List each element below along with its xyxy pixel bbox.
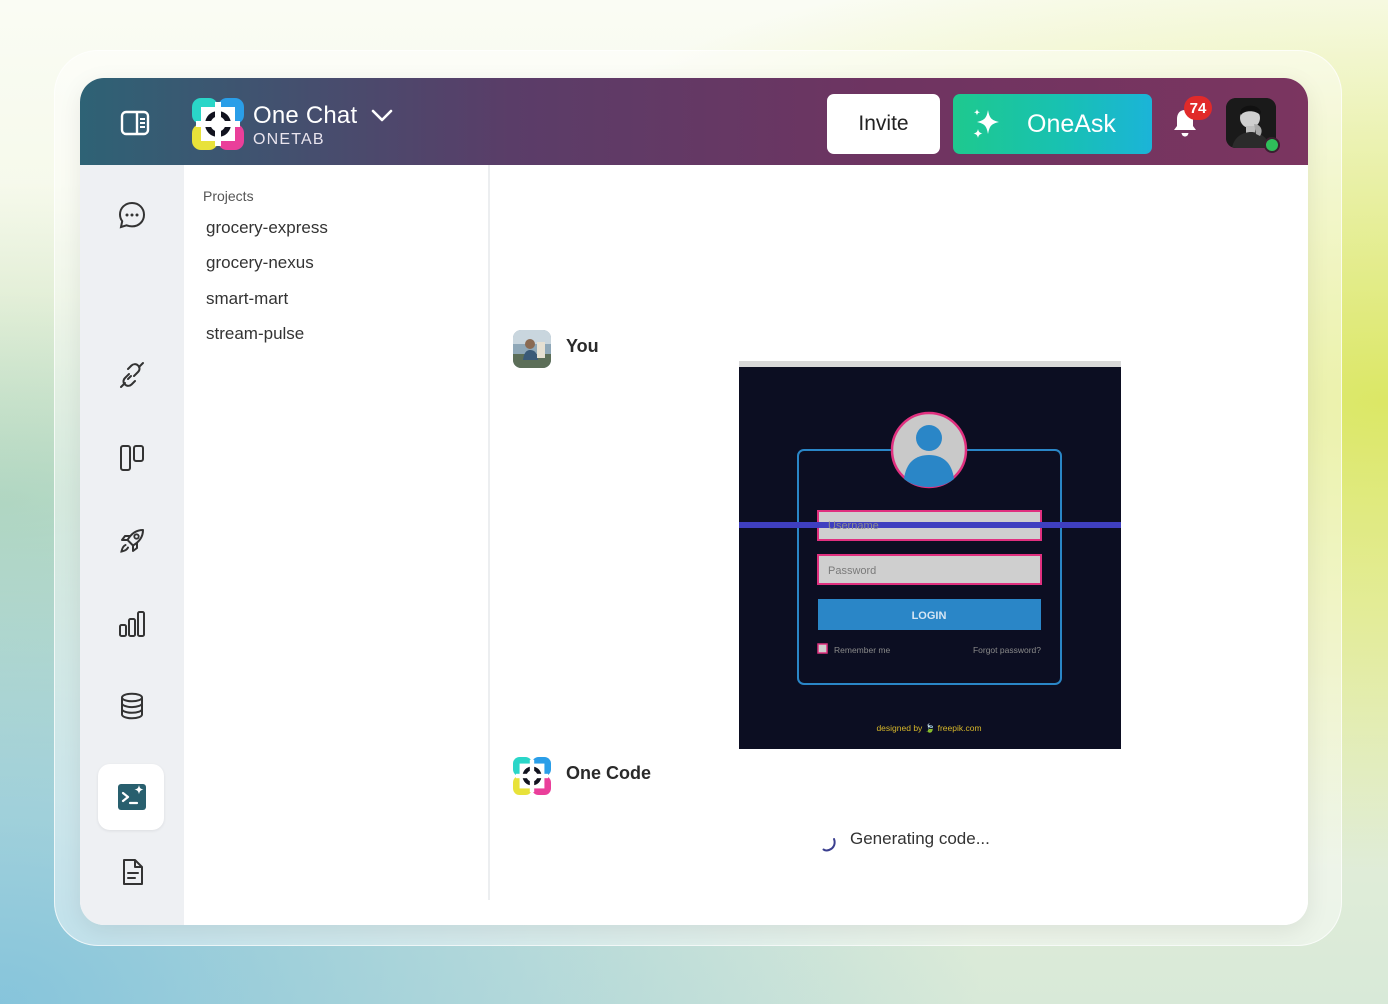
project-item[interactable]: smart-mart [206,289,288,309]
project-item[interactable]: grocery-nexus [206,253,314,273]
rail-item-database[interactable] [114,688,150,724]
bar-chart-icon [119,611,145,637]
notification-badge: 74 [1184,96,1212,120]
code-sparkle-icon [118,784,146,810]
plug-icon [120,362,144,388]
username-placeholder: Username [828,520,879,532]
rail-item-integrations[interactable] [114,357,150,393]
online-status-dot [1264,137,1280,153]
user-message-avatar [513,330,551,368]
workspace-name: ONETAB [253,131,325,148]
login-mockup-image: Username Password LOGIN Remember me Forg… [739,367,1121,743]
oneask-label: OneAsk [1027,109,1116,138]
app-title[interactable]: One Chat [253,102,357,130]
one-code-avatar-icon [513,757,551,795]
rail-item-one-code[interactable] [114,779,150,815]
rail-item-docs[interactable] [114,854,150,890]
oneask-button[interactable]: OneAsk [953,94,1152,154]
chat-area: You Username Password LOGIN Remember me … [490,165,1308,925]
projects-heading: Projects [203,188,254,204]
project-item[interactable]: grocery-express [206,218,328,238]
login-button-label: LOGIN [912,610,947,622]
loading-spinner-icon [822,838,836,852]
app-window: One Chat ONETAB Invite OneAsk 74 Project… [80,78,1308,925]
password-placeholder: Password [828,565,876,577]
rail-item-analytics[interactable] [114,606,150,642]
document-icon [123,859,143,885]
bot-name: One Code [566,763,652,783]
sparkle-icon [973,109,999,138]
remember-label: Remember me [834,645,890,655]
user-photo-icon [513,330,551,368]
projects-panel: Projects grocery-express grocery-nexus s… [184,165,490,900]
invite-button[interactable]: Invite [827,94,940,154]
image-credit: designed by 🍃 freepik.com [876,723,981,733]
user-name: You [566,336,599,356]
rail-item-deploy[interactable] [114,523,150,559]
database-icon [121,692,143,720]
onetab-logo-icon [192,98,244,150]
panel-toggle-icon[interactable] [118,108,152,138]
project-item[interactable]: stream-pulse [206,324,304,344]
chat-bubble-icon [118,201,146,229]
generating-status: Generating code... [850,829,990,848]
columns-icon [120,445,144,471]
forgot-label: Forgot password? [973,645,1041,655]
icon-rail [80,165,184,925]
attached-image[interactable]: Username Password LOGIN Remember me Forg… [739,361,1121,749]
chevron-down-icon[interactable] [370,106,394,126]
top-header: One Chat ONETAB Invite OneAsk 74 [80,78,1308,165]
rail-item-chat[interactable] [114,197,150,233]
rocket-icon [120,529,144,553]
rail-item-boards[interactable] [114,440,150,476]
